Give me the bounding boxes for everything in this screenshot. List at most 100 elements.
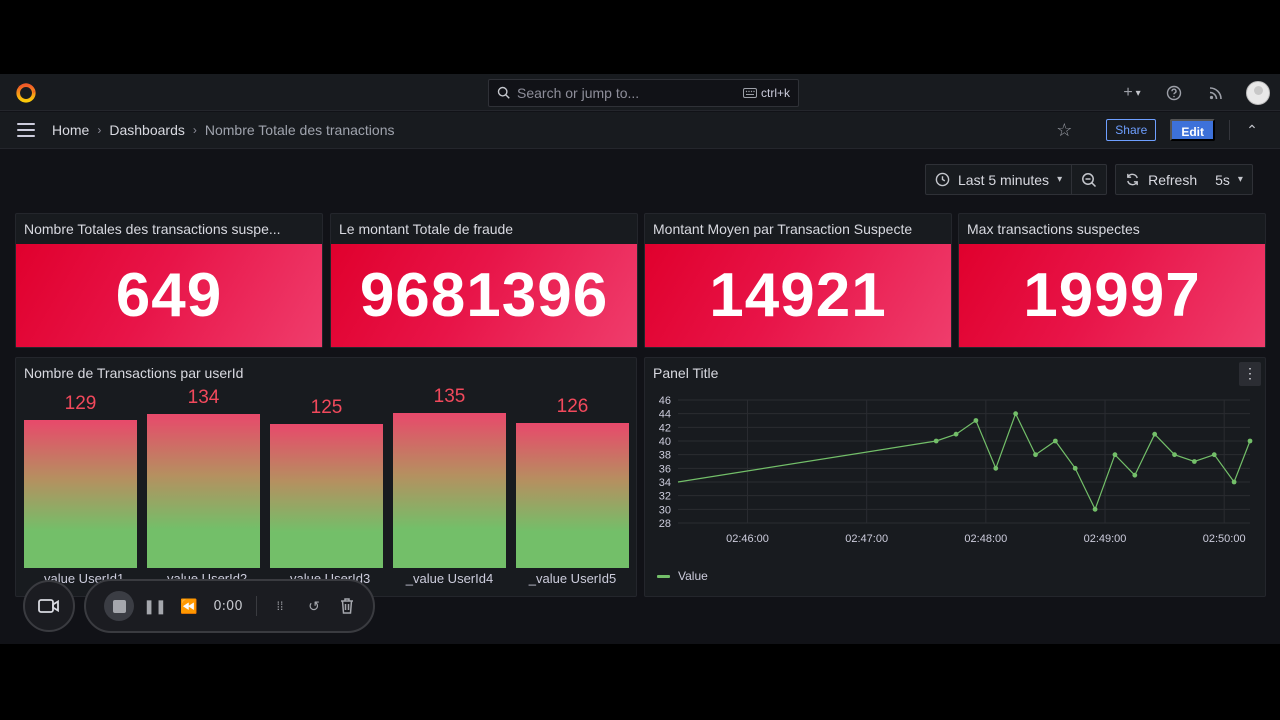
panel-menu-icon[interactable]: ⋮ bbox=[1239, 362, 1261, 386]
data-point bbox=[1231, 479, 1237, 485]
search-placeholder: Search or jump to... bbox=[517, 85, 640, 101]
stat-panel-total-transactions[interactable]: Nombre Totales des transactions suspe...… bbox=[15, 213, 323, 348]
bar-value: 129 bbox=[64, 392, 97, 414]
recording-timer: 0:00 bbox=[213, 598, 243, 614]
menu-icon[interactable] bbox=[17, 123, 35, 137]
bargauge-panel[interactable]: Nombre de Transactions par userId 129 _va… bbox=[15, 357, 637, 597]
zoom-out-button[interactable] bbox=[1071, 165, 1106, 194]
chart-legend[interactable]: Value bbox=[657, 569, 708, 583]
time-controls: Last 5 minutes ▾ Refresh 5s ▾ bbox=[925, 164, 1253, 195]
stat-background: 14921 bbox=[645, 244, 951, 347]
search-shortcut: ctrl+k bbox=[742, 86, 790, 100]
news-button[interactable] bbox=[1204, 81, 1228, 105]
grid-icon[interactable]: ⁞⁞ bbox=[263, 599, 297, 613]
plus-icon: + bbox=[1123, 84, 1133, 101]
legend-swatch bbox=[657, 574, 670, 578]
panel-title: Le montant Totale de fraude bbox=[339, 221, 514, 237]
pause-icon[interactable]: ❚❚ bbox=[138, 598, 172, 615]
stat-value: 19997 bbox=[1023, 261, 1201, 330]
breadcrumb-dashboards[interactable]: Dashboards bbox=[109, 122, 185, 138]
stat-background: 19997 bbox=[959, 244, 1265, 347]
chevron-up-icon[interactable]: ⌃ bbox=[1244, 122, 1260, 139]
y-tick-label: 44 bbox=[659, 409, 671, 421]
refresh-interval-select[interactable]: 5s ▾ bbox=[1206, 165, 1252, 194]
grafana-logo-icon[interactable] bbox=[15, 82, 37, 104]
stat-panel-max-transactions[interactable]: Max transactions suspectes 19997 bbox=[958, 213, 1266, 348]
data-point bbox=[1191, 459, 1197, 464]
camera-button[interactable] bbox=[23, 580, 75, 632]
user-avatar[interactable] bbox=[1246, 81, 1270, 105]
restart-icon[interactable]: ↺ bbox=[297, 598, 331, 615]
y-tick-label: 40 bbox=[659, 436, 671, 448]
grafana-window: Search or jump to... ctrl+k + ▾ Home › Da… bbox=[0, 74, 1280, 644]
data-point bbox=[1072, 465, 1078, 471]
bar-fill bbox=[393, 413, 506, 568]
chevron-right-icon: › bbox=[192, 123, 197, 137]
search-shortcut-text: ctrl+k bbox=[760, 86, 790, 100]
bar-fill bbox=[147, 414, 260, 568]
time-range-button[interactable]: Last 5 minutes ▾ bbox=[926, 165, 1071, 194]
time-range-label: Last 5 minutes bbox=[958, 171, 1050, 188]
timeseries-chart: 28 3032 34 3638 40 4244 46 02:46:00 02:47:00 02:4… bbox=[659, 395, 1253, 545]
bar-label: _value UserId4 bbox=[405, 571, 494, 586]
rss-icon bbox=[1209, 87, 1222, 100]
data-point bbox=[973, 418, 979, 423]
breadcrumb: Home › Dashboards › Nombre Totale des tr… bbox=[52, 122, 394, 138]
stat-background: 649 bbox=[16, 244, 322, 347]
top-bar: Search or jump to... ctrl+k + ▾ bbox=[0, 74, 1280, 111]
y-tick-label: 38 bbox=[659, 450, 671, 462]
data-point bbox=[1092, 506, 1098, 512]
bar-value: 125 bbox=[310, 397, 343, 419]
share-button[interactable]: Share bbox=[1106, 119, 1157, 141]
panel-title: Nombre Totales des transactions suspe... bbox=[24, 221, 281, 237]
y-tick-label: 32 bbox=[659, 491, 671, 503]
stat-background: 9681396 bbox=[331, 244, 637, 347]
y-tick-label: 30 bbox=[659, 504, 671, 516]
y-tick-label: 34 bbox=[659, 477, 671, 489]
trash-icon[interactable] bbox=[339, 597, 355, 615]
zoom-out-icon bbox=[1082, 172, 1097, 187]
refresh-label: Refresh bbox=[1148, 171, 1198, 188]
x-tick-label: 02:47:00 bbox=[845, 533, 888, 545]
panel-title: Panel Title bbox=[653, 365, 719, 381]
breadcrumb-bar: Home › Dashboards › Nombre Totale des tr… bbox=[0, 112, 1280, 149]
divider bbox=[1229, 120, 1230, 140]
x-tick-label: 02:46:00 bbox=[726, 533, 769, 545]
chevron-down-icon: ▾ bbox=[1057, 174, 1063, 185]
stat-panel-average-amount[interactable]: Montant Moyen par Transaction Suspecte 1… bbox=[644, 213, 952, 348]
timeseries-panel[interactable]: Panel Title ⋮ 28 30 32 34 36 38 40 42 44 46 02:46:… bbox=[644, 357, 1266, 597]
dashboard-actions: ☆ Share Edit ⌃ bbox=[1052, 119, 1260, 141]
recorder-toolbar: ❚❚ ⏪ 0:00 ⁞⁞ ↺ bbox=[84, 579, 375, 633]
breadcrumb-home[interactable]: Home bbox=[52, 122, 89, 138]
data-point bbox=[1172, 452, 1177, 458]
data-point bbox=[1052, 438, 1058, 444]
search-input[interactable]: Search or jump to... ctrl+k bbox=[488, 79, 799, 107]
refresh-button[interactable]: Refresh bbox=[1116, 165, 1206, 194]
panel-title: Montant Moyen par Transaction Suspecte bbox=[653, 221, 913, 237]
star-icon[interactable]: ☆ bbox=[1052, 120, 1076, 141]
add-new-button[interactable]: + ▾ bbox=[1120, 81, 1144, 105]
keyboard-icon bbox=[742, 88, 757, 98]
search-icon bbox=[497, 86, 510, 99]
bar-item: 135 _value UserId4 bbox=[393, 358, 506, 598]
bar-item: 129 _value UserId1 bbox=[24, 358, 137, 598]
edit-button[interactable]: Edit bbox=[1170, 119, 1215, 141]
series-line bbox=[677, 412, 1251, 511]
panel-title: Max transactions suspectes bbox=[967, 221, 1140, 237]
stop-icon bbox=[112, 599, 126, 613]
topbar-actions: + ▾ bbox=[1120, 78, 1270, 108]
divider bbox=[256, 596, 257, 616]
bar-fill bbox=[270, 424, 383, 568]
chevron-right-icon: › bbox=[97, 123, 102, 137]
sync-icon bbox=[1127, 173, 1138, 186]
y-tick-label: 36 bbox=[659, 463, 671, 475]
x-tick-label: 02:50:00 bbox=[1203, 533, 1246, 545]
data-point bbox=[1112, 452, 1118, 458]
stat-panel-total-fraud-amount[interactable]: Le montant Totale de fraude 9681396 bbox=[330, 213, 638, 348]
data-point bbox=[1211, 452, 1217, 458]
help-icon bbox=[1166, 85, 1182, 101]
stop-recording-button[interactable] bbox=[104, 591, 134, 621]
bar-label: _value UserId5 bbox=[528, 571, 617, 586]
rewind-icon[interactable]: ⏪ bbox=[172, 598, 206, 615]
help-button[interactable] bbox=[1162, 81, 1186, 105]
